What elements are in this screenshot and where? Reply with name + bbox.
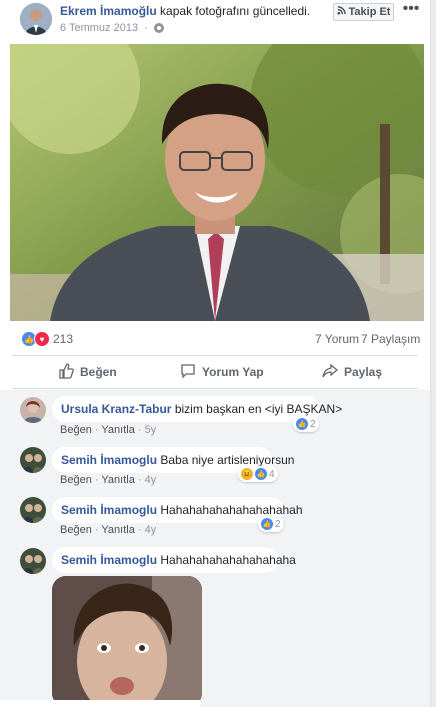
- post-action-text: kapak fotoğrafını güncelledi.: [160, 4, 311, 18]
- commenter-name[interactable]: Semih İmamoglu: [61, 453, 157, 467]
- commenter-avatar[interactable]: [20, 497, 46, 523]
- comment-meta: Beğen · Yanıtla · 5y: [60, 424, 157, 436]
- divider: [12, 355, 418, 356]
- comment-text: Hahahahahahahahahaha: [160, 553, 296, 567]
- comment-reply-link[interactable]: Yanıtla: [101, 524, 134, 536]
- follow-button[interactable]: Takip Et: [333, 3, 394, 21]
- author-name[interactable]: Ekrem İmamoğlu: [60, 4, 157, 18]
- comment-button[interactable]: Yorum Yap: [180, 357, 264, 387]
- post-card: Ekrem İmamoğlu kapak fotoğrafını güncell…: [0, 0, 431, 707]
- share-button[interactable]: Paylaş: [322, 357, 382, 387]
- love-reaction-icon: ♥: [34, 331, 50, 347]
- comment-time[interactable]: 4y: [145, 524, 157, 536]
- post-meta: 6 Temmuz 2013 ·: [60, 22, 164, 34]
- post-stats: 👍 ♥ 213 7 Yorum 7 Paylaşım: [0, 323, 430, 353]
- more-options-button[interactable]: •••: [400, 1, 422, 20]
- share-label: Paylaş: [344, 365, 383, 379]
- divider: [12, 388, 418, 389]
- like-reaction-icon: 👍: [296, 418, 308, 430]
- comment-photo[interactable]: [52, 576, 202, 707]
- comment-time[interactable]: 5y: [145, 424, 157, 436]
- comment-text: bizim başkan en <iyi BAŞKAN>: [174, 402, 343, 416]
- comment-bubble: Semih İmamoglu Hahahahahahahahahahah: [52, 497, 303, 523]
- commenter-avatar[interactable]: [20, 548, 46, 574]
- comment-bubble: Semih İmamoglu Hahahahahahahahahaha: [52, 547, 296, 573]
- comment-text: Baba niye artisleniyorsun: [160, 453, 295, 467]
- commenter-name[interactable]: Ursula Kranz-Tabur: [61, 402, 171, 416]
- comments-count[interactable]: 7 Yorum: [315, 332, 359, 346]
- like-label: Beğen: [80, 365, 117, 379]
- comment-like-link[interactable]: Beğen: [60, 474, 92, 486]
- comment-text: Hahahahahahahahahahah: [160, 503, 303, 517]
- comment-meta: Beğen · Yanıtla · 4y: [60, 524, 157, 536]
- commenter-avatar[interactable]: [20, 447, 46, 473]
- rss-icon: [336, 6, 346, 18]
- reaction-count: 4: [269, 468, 275, 480]
- like-button[interactable]: Beğen: [58, 357, 117, 387]
- comment-reactions[interactable]: 😆 👍 4: [238, 466, 278, 482]
- comment-reply-link[interactable]: Yanıtla: [101, 424, 134, 436]
- cover-photo[interactable]: [10, 44, 424, 321]
- reaction-count[interactable]: 213: [53, 332, 73, 346]
- author-avatar[interactable]: [20, 3, 52, 35]
- post-actions: Beğen Yorum Yap Paylaş: [0, 357, 430, 387]
- thumbs-up-icon: [58, 362, 74, 382]
- comment-like-link[interactable]: Beğen: [60, 424, 92, 436]
- post-header: Ekrem İmamoğlu kapak fotoğrafını güncell…: [0, 0, 430, 44]
- reaction-count: 2: [310, 418, 316, 430]
- comment-like-link[interactable]: Beğen: [60, 524, 92, 536]
- comment-reply-link[interactable]: Yanıtla: [101, 474, 134, 486]
- commenter-name[interactable]: Semih İmamoglu: [61, 503, 157, 517]
- like-reaction-icon: 👍: [261, 518, 273, 530]
- like-reaction-icon: 👍: [255, 468, 267, 480]
- haha-reaction-icon: 😆: [241, 468, 253, 480]
- share-arrow-icon: [322, 363, 339, 382]
- globe-icon[interactable]: [153, 23, 164, 33]
- comment-bubble: Ursula Kranz-Tabur bizim başkan en <iyi …: [52, 396, 342, 422]
- speech-bubble-icon: [180, 363, 196, 382]
- shares-count[interactable]: 7 Paylaşım: [361, 332, 420, 346]
- post-title: Ekrem İmamoğlu kapak fotoğrafını güncell…: [60, 4, 310, 18]
- reaction-icons[interactable]: 👍 ♥: [21, 331, 50, 347]
- reaction-count: 2: [275, 518, 281, 530]
- follow-label: Takip Et: [348, 6, 391, 18]
- bottom-strip: [0, 700, 200, 707]
- comment-label: Yorum Yap: [202, 365, 264, 379]
- commenter-avatar[interactable]: [20, 397, 46, 423]
- comment-reactions[interactable]: 👍 2: [258, 516, 284, 532]
- post-date[interactable]: 6 Temmuz 2013: [60, 22, 138, 34]
- commenter-name[interactable]: Semih İmamoglu: [61, 553, 157, 567]
- comment-time[interactable]: 4y: [145, 474, 157, 486]
- comment-meta: Beğen · Yanıtla · 4y: [60, 474, 157, 486]
- comment-reactions[interactable]: 👍 2: [293, 416, 319, 432]
